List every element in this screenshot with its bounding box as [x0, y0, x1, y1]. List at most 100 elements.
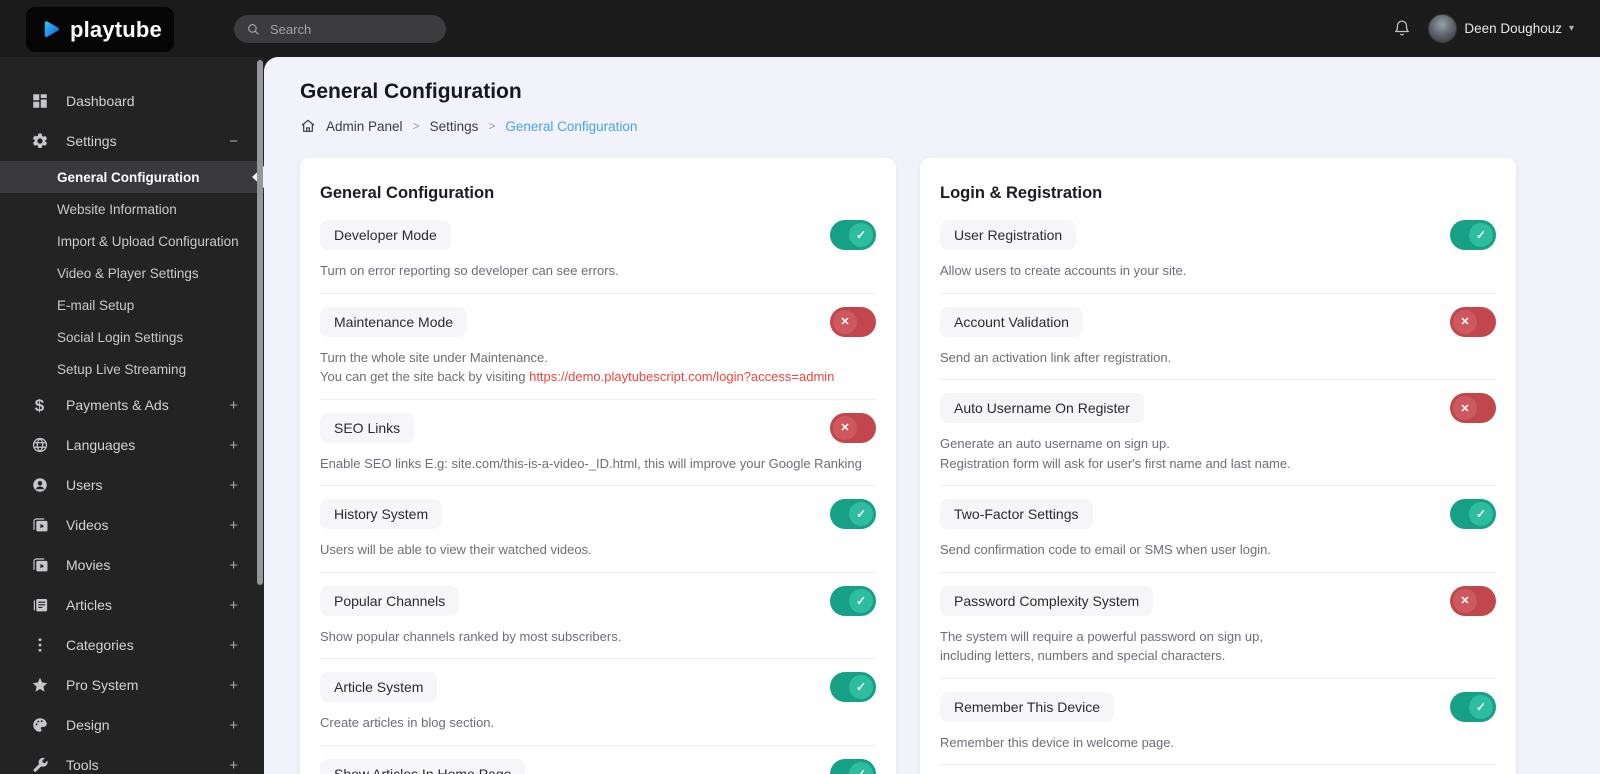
home-icon[interactable]	[300, 118, 316, 134]
description-line: Turn on error reporting so developer can…	[320, 263, 619, 278]
user-name: Deen Doughouz	[1464, 21, 1562, 36]
sidebar-subitem-website-information[interactable]: Website Information	[0, 193, 264, 225]
maintenance-mode-toggle[interactable]: ✕	[830, 306, 876, 337]
description-line: including letters, numbers and special c…	[940, 648, 1226, 663]
star-icon	[30, 676, 49, 695]
description-line: You can get the site back by visiting ht…	[320, 369, 835, 384]
expand-plus-icon[interactable]: +	[229, 437, 238, 454]
sidebar-item-languages[interactable]: Languages +	[0, 425, 264, 465]
seo-links-toggle[interactable]: ✕	[830, 412, 876, 443]
sidebar-item-payments-ads[interactable]: $ Payments & Ads +	[0, 385, 264, 425]
check-icon: ✓	[1469, 223, 1493, 247]
setting-label: Article System	[320, 672, 438, 702]
sidebar-item-label: Videos	[66, 517, 109, 533]
expand-plus-icon[interactable]: +	[229, 557, 238, 574]
setting-row-head-remember-this-device: Remember This Device ✓	[940, 691, 1496, 722]
setting-description: Remember this device in welcome page.	[940, 733, 1496, 753]
notifications-bell-icon[interactable]	[1393, 19, 1411, 38]
user-registration-toggle[interactable]: ✓	[1450, 220, 1496, 250]
history-system-toggle[interactable]: ✓	[830, 499, 876, 529]
description-line: Users will be able to view their watched…	[320, 542, 592, 557]
remember-this-device-toggle[interactable]: ✓	[1450, 691, 1496, 722]
check-icon: ✓	[849, 588, 873, 613]
wrench-icon	[30, 756, 49, 774]
cards-row: General Configuration Developer Mode ✓ Tur…	[300, 158, 1600, 774]
setting-label: Auto Username On Register	[940, 393, 1144, 423]
logo-text: playtube	[69, 16, 162, 42]
sidebar-item-categories[interactable]: Categories +	[0, 625, 264, 665]
check-icon: ✓	[849, 223, 873, 247]
expand-plus-icon[interactable]: +	[229, 717, 238, 734]
password-complexity-system-toggle[interactable]: ✕	[1450, 585, 1496, 616]
check-icon: ✓	[1469, 694, 1493, 719]
article-system-toggle[interactable]: ✓	[830, 672, 876, 702]
sidebar-scrollbar[interactable]	[257, 60, 263, 585]
setting-label: Two-Factor Settings	[940, 499, 1093, 529]
account-validation-toggle[interactable]: ✕	[1450, 306, 1496, 337]
sidebar-subitem-import-upload-configuration[interactable]: Import & Upload Configuration	[0, 225, 264, 257]
expand-plus-icon[interactable]: +	[229, 757, 238, 774]
expand-plus-icon[interactable]: +	[229, 477, 238, 494]
breadcrumb-separator: >	[412, 119, 420, 133]
sidebar-item-tools[interactable]: Tools +	[0, 745, 264, 774]
setting-label: Maintenance Mode	[320, 306, 468, 337]
collapse-minus-icon[interactable]: −	[229, 133, 238, 150]
sidebar-subitem-general-configuration[interactable]: General Configuration	[0, 161, 264, 193]
sidebar-item-label: Articles	[66, 597, 112, 613]
setting-row-recaptcha: Recaptcha✕	[940, 765, 1496, 774]
avatar[interactable]	[1428, 14, 1458, 43]
expand-plus-icon[interactable]: +	[229, 677, 238, 694]
sidebar-item-articles[interactable]: Articles +	[0, 585, 264, 625]
two-factor-settings-toggle[interactable]: ✓	[1450, 499, 1496, 529]
card-rows: User Registration ✓ Allow users to create …	[940, 207, 1496, 774]
sidebar-item-videos[interactable]: Videos +	[0, 505, 264, 545]
sidebar-item-dashboard[interactable]: Dashboard	[0, 81, 264, 121]
subitem-label: General Configuration	[57, 169, 200, 185]
sidebar-item-movies[interactable]: Movies +	[0, 545, 264, 585]
breadcrumb-admin-panel[interactable]: Admin Panel	[326, 119, 403, 134]
sidebar-subitem-social-login-settings[interactable]: Social Login Settings	[0, 321, 264, 353]
playtube-logo[interactable]: playtube	[26, 7, 174, 52]
sidebar-item-label: Design	[66, 717, 110, 733]
show-articles-in-home-page-toggle[interactable]: ✓	[830, 758, 876, 774]
setting-row-maintenance-mode: Maintenance Mode ✕ Turn the whole site und…	[320, 294, 876, 400]
admin-access-link[interactable]: https://demo.playtubescript.com/login?ac…	[529, 369, 834, 384]
breadcrumb-current: General Configuration	[505, 118, 638, 134]
setting-description: Enable SEO links E.g: site.com/this-is-a…	[320, 454, 876, 474]
breadcrumb-settings[interactable]: Settings	[430, 119, 479, 134]
expand-plus-icon[interactable]: +	[229, 397, 238, 414]
sidebar-item-pro-system[interactable]: Pro System +	[0, 665, 264, 705]
setting-label: SEO Links	[320, 412, 415, 443]
description-line: Send an activation link after registrati…	[940, 349, 1172, 365]
user-menu[interactable]: Deen Doughouz ▾	[1428, 14, 1574, 43]
setting-row-two-factor-settings: Two-Factor Settings ✓ Send confirmation co…	[940, 486, 1496, 573]
expand-plus-icon[interactable]: +	[229, 637, 238, 654]
setting-row-head-user-registration: User Registration ✓	[940, 220, 1496, 250]
description-line: Send confirmation code to email or SMS w…	[940, 542, 1271, 557]
sidebar-subitem-setup-live-streaming[interactable]: Setup Live Streaming	[0, 353, 264, 385]
setting-row-head-maintenance-mode: Maintenance Mode ✕	[320, 306, 876, 337]
description-line: Create articles in blog section.	[320, 715, 495, 730]
subitem-label: Setup Live Streaming	[57, 361, 187, 377]
auto-username-on-register-toggle[interactable]: ✕	[1450, 393, 1496, 423]
description-line: Show popular channels ranked by most sub…	[320, 628, 622, 644]
sidebar-item-users[interactable]: Users +	[0, 465, 264, 505]
sidebar-item-design[interactable]: Design +	[0, 705, 264, 745]
movie-icon	[30, 556, 49, 575]
subitem-label: Website Information	[57, 201, 177, 217]
popular-channels-toggle[interactable]: ✓	[830, 585, 876, 616]
sidebar-subitem-video-player-settings[interactable]: Video & Player Settings	[0, 257, 264, 289]
setting-description: Users will be able to view their watched…	[320, 540, 876, 560]
search-bar[interactable]	[234, 15, 446, 43]
dots-icon	[30, 636, 49, 655]
setting-row-head-popular-channels: Popular Channels ✓	[320, 585, 876, 616]
sidebar-subitem-e-mail-setup[interactable]: E-mail Setup	[0, 289, 264, 321]
sidebar-item-settings[interactable]: Settings −	[0, 121, 264, 161]
developer-mode-toggle[interactable]: ✓	[830, 220, 876, 250]
search-input[interactable]	[268, 20, 434, 38]
setting-description: Send confirmation code to email or SMS w…	[940, 540, 1496, 560]
setting-label: Show Articles In Home Page	[320, 758, 526, 774]
x-icon: ✕	[1453, 396, 1477, 420]
expand-plus-icon[interactable]: +	[229, 597, 238, 614]
expand-plus-icon[interactable]: +	[229, 517, 238, 534]
